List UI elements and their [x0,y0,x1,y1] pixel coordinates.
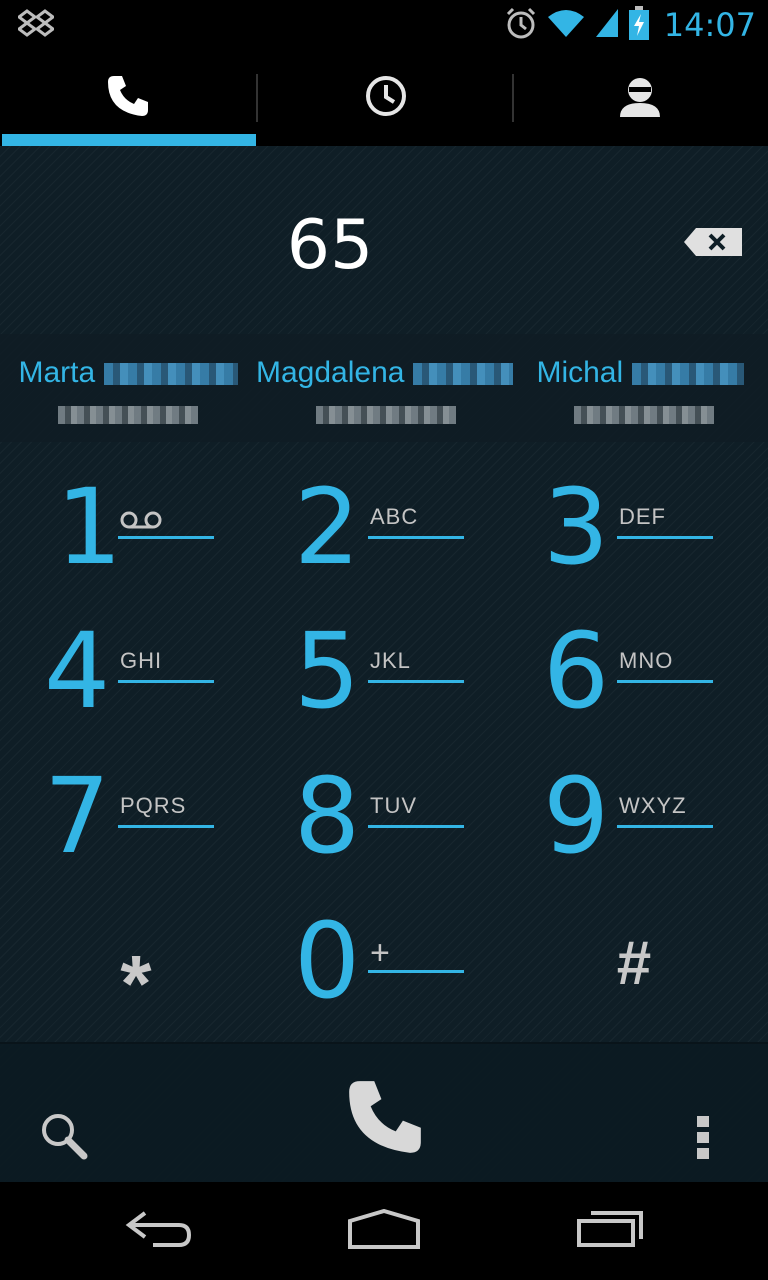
dropbox-icon [16,8,56,47]
dialer: 65 Marta Magdalena Michal 1 2 ABC 3 DEF … [0,146,768,1184]
obscured-number [58,406,198,424]
key-letters: ABC [370,504,419,529]
key-2[interactable]: 2 ABC [250,464,506,608]
key-underline [368,970,464,973]
alarm-icon [504,6,538,45]
back-button[interactable] [30,1182,286,1280]
key-digit: 9 [543,755,610,877]
wifi-icon [546,7,586,44]
overflow-menu-icon[interactable] [696,1116,710,1165]
key-letters: WXYZ [619,793,687,818]
key-1[interactable]: 1 [0,464,256,608]
phone-call-icon[interactable] [342,1074,428,1165]
voicemail-icon [120,510,162,535]
key-digit: 5 [294,610,361,732]
recents-button[interactable] [482,1182,738,1280]
obscured-number [574,406,714,424]
suggestion-item[interactable]: Magdalena [256,334,513,442]
key-underline [368,825,464,828]
key-digit: 1 [56,466,123,588]
tab-contacts[interactable] [512,50,768,146]
key-underline [118,536,214,539]
battery-charging-icon [628,5,650,45]
key-letters: MNO [619,648,674,673]
tab-call-log[interactable] [258,50,514,146]
key-letters: + [370,934,391,972]
key-digit: 6 [543,610,610,732]
key-6[interactable]: 6 MNO [499,608,755,752]
key-digit: 4 [44,610,111,732]
key-8[interactable]: 8 TUV [250,753,506,897]
dialed-digits[interactable]: 65 [0,206,660,285]
key-5[interactable]: 5 JKL [250,608,506,752]
obscured-number [316,406,456,424]
contact-suggestions: Marta Magdalena Michal [0,334,768,442]
recents-icon [575,1209,645,1254]
key-hash[interactable]: # [506,898,762,1042]
obscured-surname [412,363,513,386]
suggestion-item[interactable]: Marta [0,334,256,442]
tab-dialpad[interactable] [0,50,256,146]
key-underline [617,536,713,539]
key-underline [118,680,214,683]
contact-icon [617,73,663,124]
key-letters: TUV [370,793,417,818]
suggestion-item[interactable]: Michal [512,334,768,442]
key-digit: 8 [294,755,361,877]
suggestion-name: Marta [18,356,96,389]
key-star[interactable]: * [8,898,264,1042]
key-letters: PQRS [120,793,187,818]
backspace-icon[interactable] [684,228,742,256]
selected-tab-indicator [2,134,256,146]
digits-row: 65 [0,146,768,334]
tab-bar [0,50,768,146]
suggestion-name: Michal [536,356,624,389]
key-underline [368,536,464,539]
key-digit: 7 [44,755,111,877]
key-digit: 3 [543,466,610,588]
key-9[interactable]: 9 WXYZ [499,753,755,897]
back-icon [123,1209,193,1254]
dial-action-bar [0,1042,768,1184]
key-7[interactable]: 7 PQRS [0,753,256,897]
clock-icon [363,73,409,124]
key-symbol: # [616,929,652,998]
status-time: 14:07 [663,6,756,44]
home-button[interactable] [256,1182,512,1280]
home-icon [346,1208,422,1254]
phone-icon [104,72,152,125]
key-digit: 2 [294,466,361,588]
key-underline [617,680,713,683]
key-letters: JKL [370,648,411,673]
suggestion-name: Magdalena [256,356,405,389]
key-symbol: * [120,939,152,1028]
search-icon[interactable] [38,1110,90,1167]
key-0[interactable]: 0 + [250,898,506,1042]
obscured-surname [631,363,744,386]
key-underline [118,825,214,828]
status-bar: 14:07 [0,0,768,50]
key-underline [368,680,464,683]
obscured-surname [103,363,238,386]
navigation-bar [0,1182,768,1280]
key-letters: GHI [120,648,163,673]
key-letters: DEF [619,504,666,529]
key-digit: 0 [294,900,361,1022]
key-underline [617,825,713,828]
key-4[interactable]: 4 GHI [0,608,256,752]
key-3[interactable]: 3 DEF [499,464,755,608]
signal-icon [594,7,620,44]
